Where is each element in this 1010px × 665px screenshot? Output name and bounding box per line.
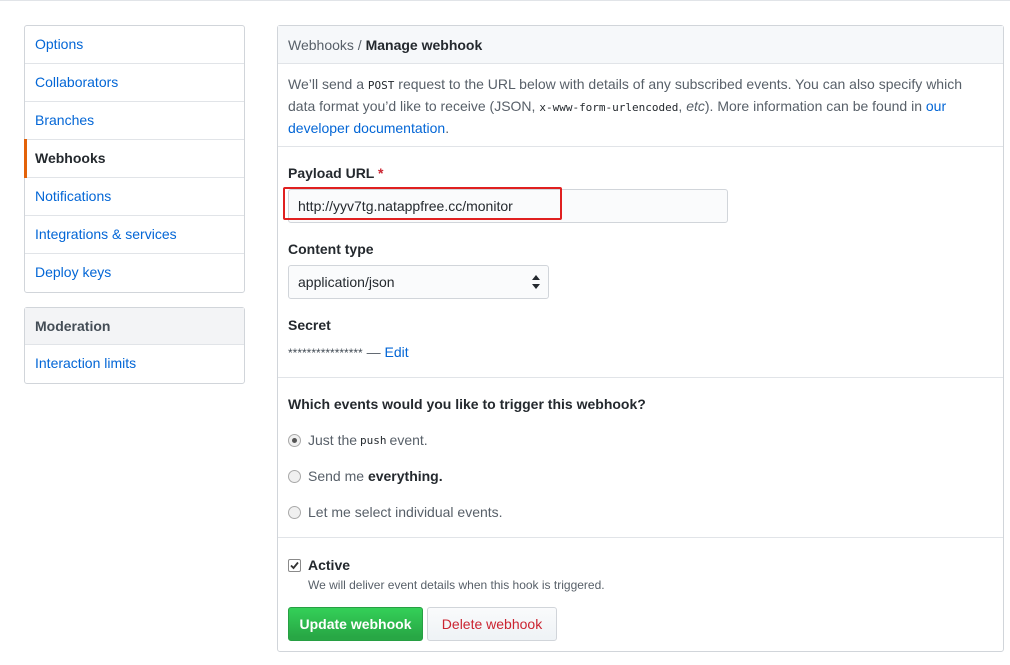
breadcrumb-current: Manage webhook [365,37,483,53]
intro-text-part: ). More information can be found in [704,98,926,114]
delete-webhook-button[interactable]: Delete webhook [427,607,557,641]
intro-code-format: x-www-form-urlencoded [539,101,679,114]
sidebar-item-collaborators[interactable]: Collaborators [25,64,244,102]
content-type-value: application/json [298,274,395,290]
event-option-bold: everything. [367,468,443,484]
check-icon [290,561,299,569]
secret-label: Secret [288,317,331,333]
webhook-settings-box: Webhooks / Manage webhook We’ll send a P… [277,25,1004,652]
secret-edit-link[interactable]: Edit [385,344,409,360]
event-option-text: Let me select individual events. [308,504,503,520]
breadcrumb: Webhooks / Manage webhook [278,26,1003,64]
sidebar-item-integrations[interactable]: Integrations & services [25,216,244,254]
active-note: We will deliver event details when this … [308,578,605,592]
radio-everything[interactable] [288,469,301,483]
intro-text-part: We’ll send a [288,76,368,92]
payload-url-label: Payload URL * [288,165,383,181]
divider [278,537,1003,538]
secret-mask: **************** [288,346,363,360]
active-checkbox-row[interactable]: Active [288,556,350,574]
event-option-individual[interactable]: Let me select individual events. [288,502,503,522]
secret-dash: — [362,344,385,360]
intro-code-post: POST [367,79,395,92]
intro-text-part: . [445,120,450,136]
moderation-sidebar: Moderation Interaction limits [24,307,245,384]
sidebar-item-interaction-limits[interactable]: Interaction limits [25,345,244,383]
event-option-text: Just the [308,432,358,448]
sidebar-item-deploy-keys[interactable]: Deploy keys [25,254,244,292]
radio-individual[interactable] [288,505,301,519]
event-option-text: Send me [308,468,365,484]
update-webhook-button[interactable]: Update webhook [288,607,423,641]
sidebar-item-notifications[interactable]: Notifications [25,178,244,216]
events-question: Which events would you like to trigger t… [288,396,646,412]
payload-url-input[interactable] [288,189,728,223]
divider [278,146,1003,147]
moderation-heading: Moderation [25,308,244,345]
sidebar-item-webhooks[interactable]: Webhooks [24,139,244,178]
sidebar-item-options[interactable]: Options [25,26,244,64]
content-type-label: Content type [288,241,374,257]
divider [278,377,1003,378]
breadcrumb-separator: / [353,37,366,53]
secret-value-row: **************** — Edit [288,344,409,360]
sidebar-item-branches[interactable]: Branches [25,102,244,140]
event-option-push[interactable]: Just the push event. [288,430,428,450]
active-label: Active [308,557,351,573]
settings-sidebar: Options Collaborators Branches Webhooks … [24,25,245,293]
breadcrumb-webhooks[interactable]: Webhooks [288,37,354,53]
top-divider [0,0,1010,1]
event-option-everything[interactable]: Send me everything. [288,466,443,486]
required-mark: * [378,165,384,181]
content-type-select[interactable]: application/json [288,265,549,299]
payload-url-label-text: Payload URL [288,165,375,181]
radio-push[interactable] [288,433,301,447]
intro-etc: etc [686,98,705,114]
intro-text: We’ll send a POST request to the URL bel… [288,74,988,138]
select-arrows-icon [532,275,540,289]
event-option-text: event. [389,432,428,448]
event-option-code: push [360,433,387,447]
active-checkbox[interactable] [288,558,301,572]
